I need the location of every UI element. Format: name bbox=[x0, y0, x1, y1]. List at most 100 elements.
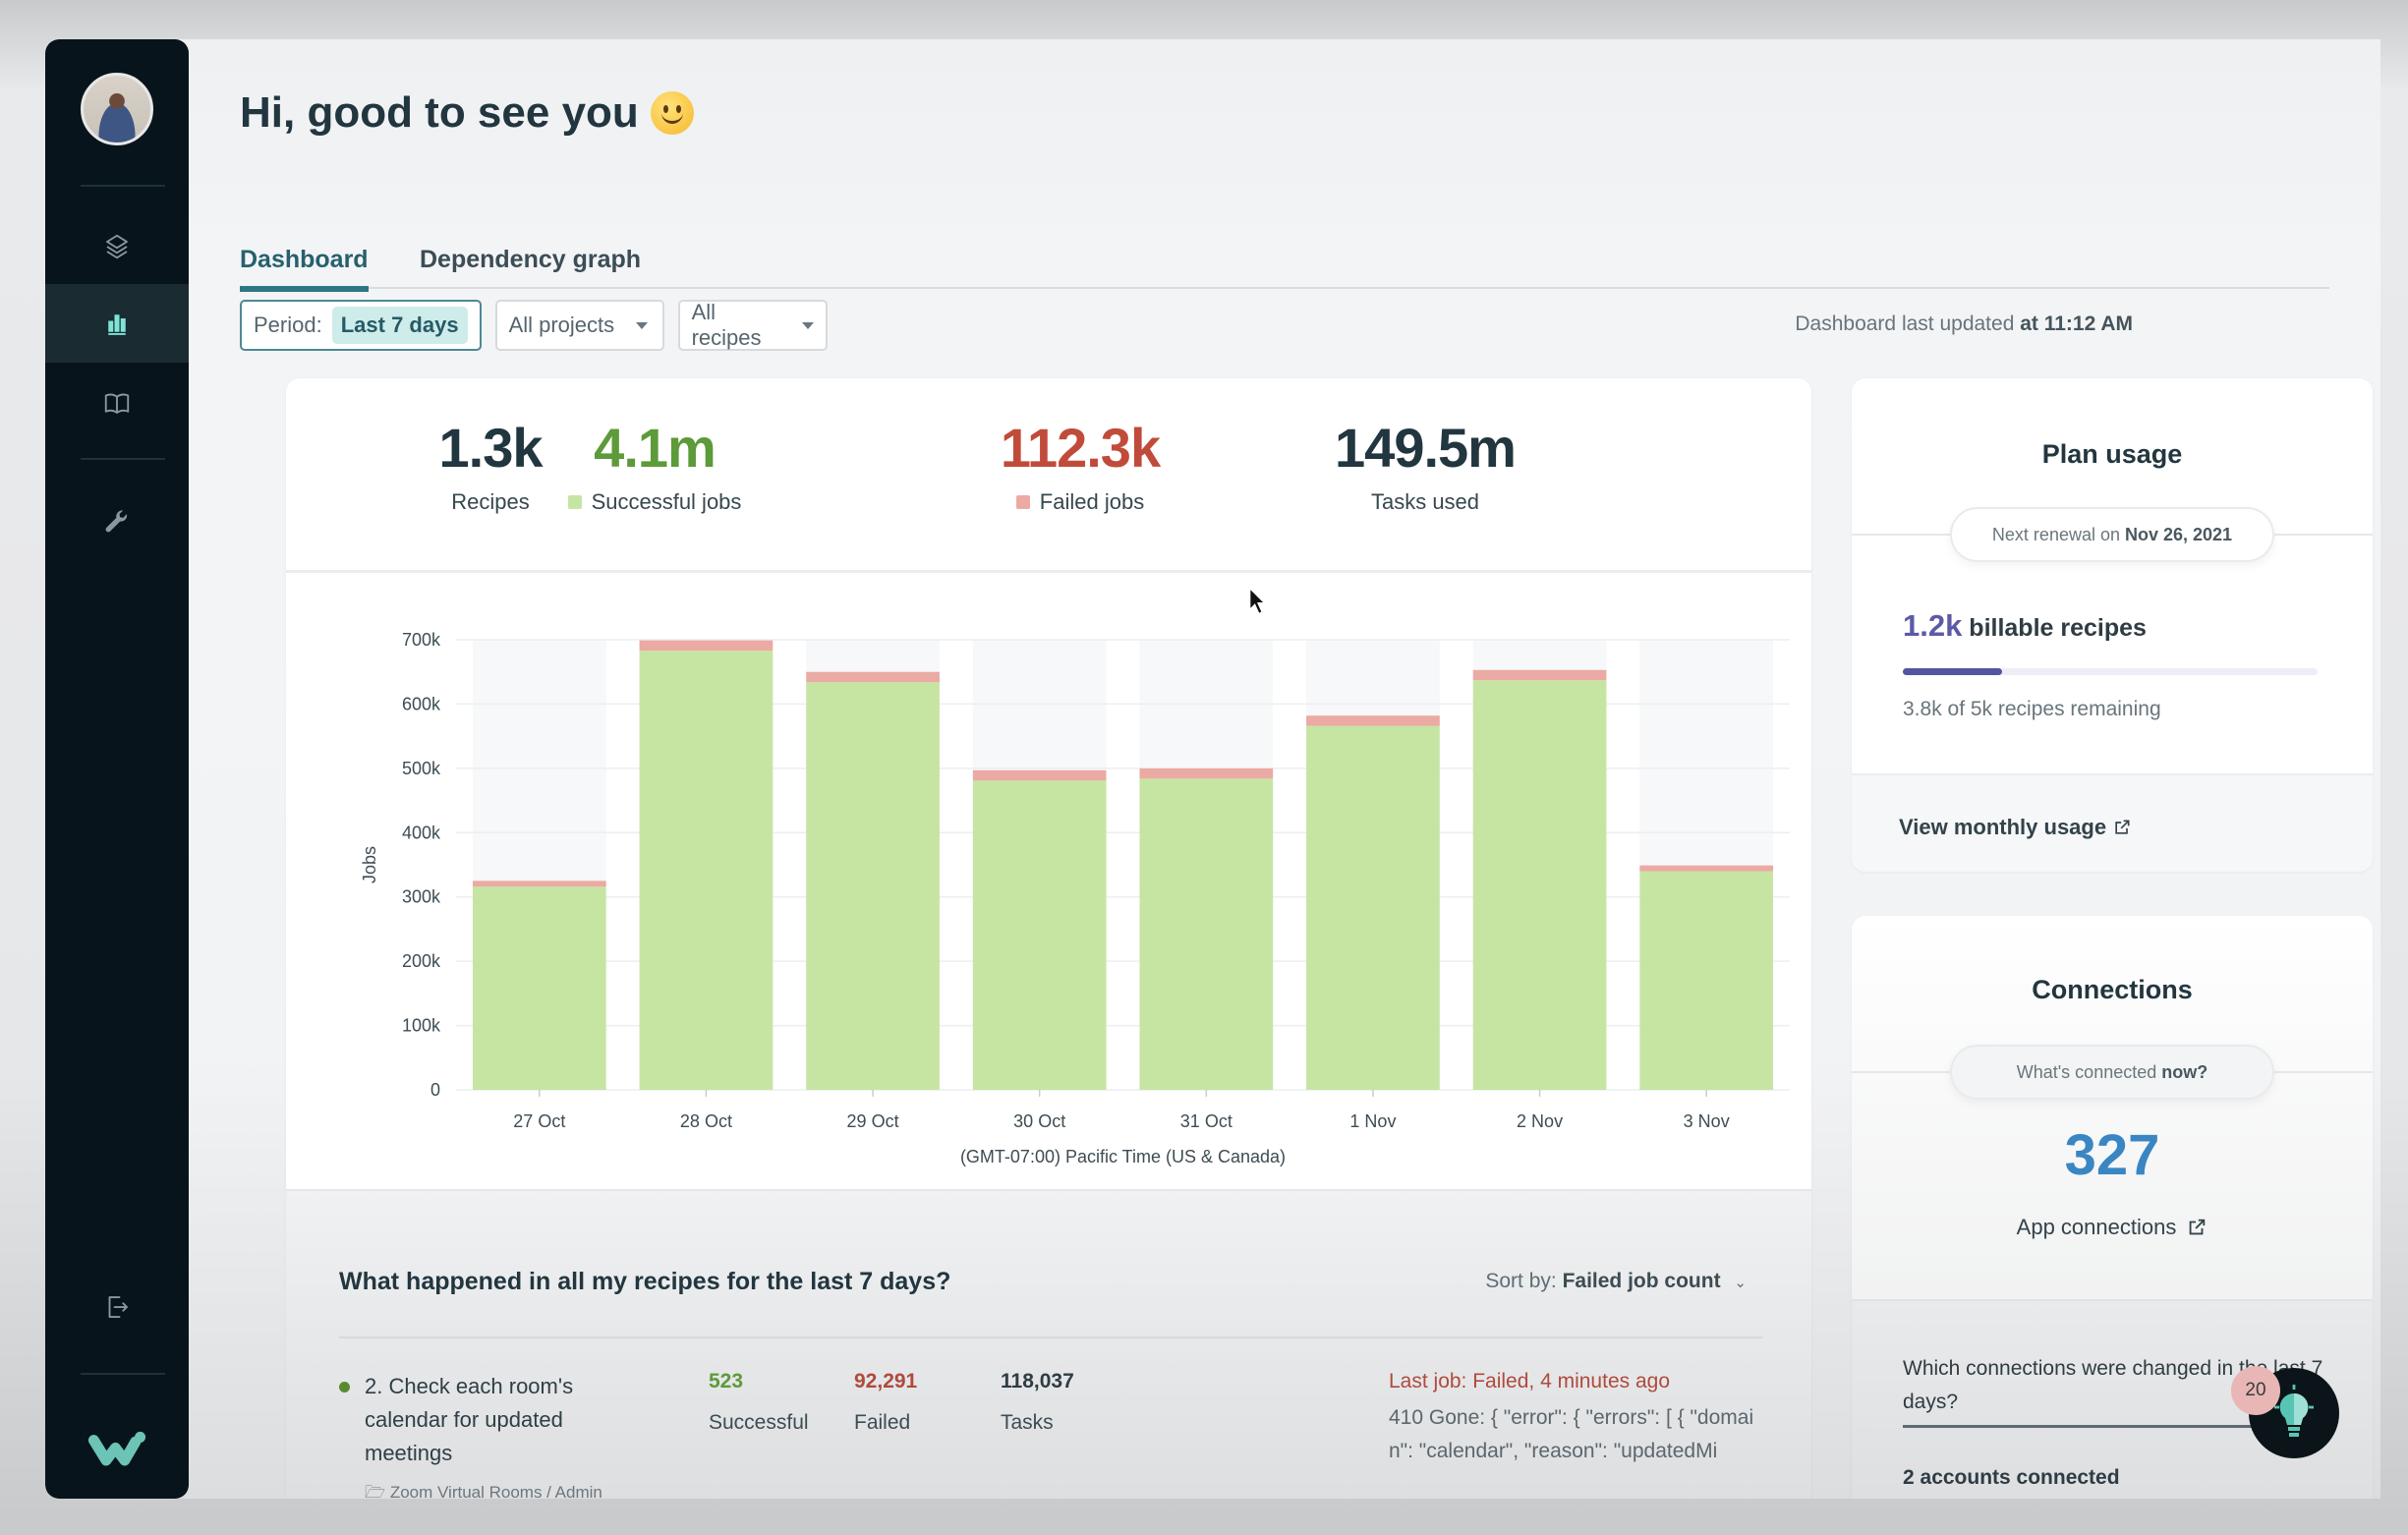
bar-failed-jobs bbox=[1472, 669, 1607, 681]
external-link-icon bbox=[2115, 820, 2130, 834]
caret-down-icon bbox=[801, 321, 814, 329]
bar-failed-jobs bbox=[472, 881, 606, 887]
sidebar-item-projects[interactable] bbox=[45, 207, 189, 286]
bar-successful-jobs bbox=[1639, 871, 1774, 1090]
projects-dropdown-value: All projects bbox=[508, 313, 615, 337]
sidebar-divider bbox=[81, 1373, 165, 1375]
bar-successful-jobs bbox=[806, 682, 940, 1090]
last-job: Last job: Failed, 4 minutes ago 410 Gone… bbox=[1389, 1370, 1762, 1468]
stat-value: 112.3k bbox=[1000, 417, 1161, 479]
status-dot bbox=[339, 1382, 350, 1393]
greeting-text: Hi, good to see you bbox=[240, 88, 639, 137]
recipes-dropdown-value: All recipes bbox=[691, 300, 762, 350]
recipes-summary: What happened in all my recipes for the … bbox=[286, 1189, 1811, 1499]
book-icon bbox=[104, 393, 130, 414]
recipes-section-title: What happened in all my recipes for the … bbox=[339, 1268, 951, 1295]
tab-bar: Dashboard Dependency graph bbox=[240, 206, 2329, 292]
section-divider bbox=[339, 1336, 1762, 1338]
stat-successful-jobs[interactable]: 4.1m Successful jobs bbox=[507, 416, 802, 515]
failed-count: 92,291 Failed bbox=[854, 1370, 917, 1435]
bar-successful-jobs bbox=[472, 886, 606, 1090]
last-updated-time: at 11:12 AM bbox=[2020, 313, 2133, 335]
bar-successful-jobs bbox=[1139, 778, 1274, 1090]
recipes-dropdown[interactable]: All recipes bbox=[677, 300, 828, 351]
jobs-card: 1.3k Recipes 4.1m Successful jobs 112.3k… bbox=[286, 378, 1811, 1499]
renewal-prefix: Next renewal on bbox=[1991, 524, 2120, 544]
bar-chart-icon bbox=[108, 314, 126, 335]
failed-swatch bbox=[1015, 495, 1030, 509]
y-axis-label: Jobs bbox=[360, 846, 379, 883]
x-tick-label: 30 Oct bbox=[1013, 1111, 1065, 1131]
renewal-pill: Next renewal on Nov 26, 2021 bbox=[1950, 507, 2274, 562]
stat-tasks-used[interactable]: 149.5m Tasks used bbox=[1278, 416, 1573, 515]
recipe-row[interactable]: 2. Check each room's calendar for update… bbox=[339, 1370, 1762, 1499]
plan-footer: View monthly usage bbox=[1852, 773, 2373, 872]
connected-now-pill[interactable]: What's connected now? bbox=[1950, 1045, 2274, 1100]
page-title: Hi, good to see you bbox=[240, 88, 694, 138]
recipe-name[interactable]: 2. Check each room's calendar for update… bbox=[365, 1370, 591, 1470]
mouse-cursor-icon bbox=[1249, 587, 1267, 615]
recipe-folder: 🗁 Zoom Virtual Rooms / Admin bbox=[365, 1480, 602, 1499]
last-updated-prefix: Dashboard last updated bbox=[1795, 313, 2015, 335]
sidebar-divider bbox=[81, 458, 165, 460]
x-tick-label: 2 Nov bbox=[1517, 1111, 1563, 1131]
notification-badge: 20 bbox=[2231, 1366, 2280, 1415]
successful-swatch bbox=[567, 495, 582, 509]
app-window: Hi, good to see you Dashboard Dependency… bbox=[45, 39, 2380, 1499]
app-connections-link[interactable]: App connections bbox=[1852, 1215, 2373, 1240]
tab-dependency-graph[interactable]: Dependency graph bbox=[420, 246, 641, 286]
connections-title: Connections bbox=[2032, 975, 2193, 1004]
workato-logo[interactable] bbox=[45, 1410, 189, 1489]
filter-bar: Period: Last 7 days All projects All rec… bbox=[240, 300, 828, 351]
jobs-chart: 0 100k 200k 300k 400k 500k 600k 700k Jobs 27 Oct 2… bbox=[286, 573, 1811, 1189]
chevron-down-icon: ⌄ bbox=[1734, 1275, 1747, 1291]
recipes-remaining: 3.8k of 5k recipes remaining bbox=[1903, 698, 2161, 720]
sort-dropdown[interactable]: Sort by: Failed job count ⌄ bbox=[1485, 1270, 1747, 1293]
sort-label: Sort by: bbox=[1485, 1270, 1557, 1292]
x-tick-label: 1 Nov bbox=[1349, 1111, 1396, 1131]
failed-label: Failed bbox=[854, 1411, 911, 1434]
bar-failed-jobs bbox=[1639, 865, 1774, 872]
stat-value: 149.5m bbox=[1335, 417, 1517, 479]
view-monthly-usage-link[interactable]: View monthly usage bbox=[1899, 815, 2132, 840]
layers-icon bbox=[106, 234, 128, 259]
pill-bold: now? bbox=[2161, 1061, 2208, 1082]
smiley-emoji-icon bbox=[650, 91, 694, 135]
jobs-bar-chart: 0 100k 200k 300k 400k 500k 600k 700k Jobs 27 Oct 2… bbox=[360, 630, 1790, 1166]
bar-failed-jobs bbox=[1306, 715, 1440, 726]
sort-value: Failed job count bbox=[1562, 1270, 1721, 1292]
bar-successful-jobs bbox=[972, 780, 1107, 1090]
tab-dashboard[interactable]: Dashboard bbox=[240, 246, 369, 292]
y-tick-label: 700k bbox=[402, 630, 441, 650]
billable-recipes: 1.2k billable recipes bbox=[1903, 608, 2147, 644]
y-tick-label: 500k bbox=[402, 759, 441, 778]
failed-value: 92,291 bbox=[854, 1370, 918, 1393]
sidebar-item-tools[interactable] bbox=[45, 482, 189, 560]
sidebar-item-docs[interactable] bbox=[45, 364, 189, 442]
external-link-icon bbox=[2189, 1219, 2206, 1235]
main-content: Hi, good to see you Dashboard Dependency… bbox=[240, 39, 2380, 1499]
period-filter[interactable]: Period: Last 7 days bbox=[240, 300, 482, 351]
logout-button[interactable] bbox=[45, 1268, 189, 1346]
x-tick-label: 29 Oct bbox=[847, 1111, 899, 1131]
last-job-status[interactable]: Last job: Failed, 4 minutes ago bbox=[1389, 1370, 1762, 1393]
app-connections-count: 327 bbox=[2064, 1123, 2160, 1187]
plan-usage-card: Plan usage Next renewal on Nov 26, 2021 … bbox=[1852, 378, 2373, 872]
y-tick-label: 200k bbox=[402, 951, 441, 971]
stat-label: Failed jobs bbox=[1039, 489, 1145, 514]
x-tick-label: 28 Oct bbox=[680, 1111, 732, 1131]
sidebar-item-dashboard[interactable] bbox=[45, 284, 189, 363]
period-value: Last 7 days bbox=[331, 307, 468, 344]
pill-prefix: What's connected bbox=[2016, 1061, 2157, 1082]
successful-value: 523 bbox=[709, 1370, 744, 1393]
y-tick-label: 400k bbox=[402, 823, 441, 842]
bar-failed-jobs bbox=[639, 640, 774, 652]
projects-dropdown[interactable]: All projects bbox=[494, 300, 664, 351]
stat-failed-jobs[interactable]: 112.3k Failed jobs bbox=[933, 416, 1228, 515]
stat-value: 4.1m bbox=[594, 417, 717, 479]
usage-progress-fill bbox=[1903, 668, 2003, 675]
tasks-count: 118,037 Tasks bbox=[1001, 1370, 1074, 1435]
plan-usage-title: Plan usage bbox=[2041, 439, 2183, 469]
avatar[interactable] bbox=[81, 73, 153, 145]
bar-failed-jobs bbox=[972, 769, 1107, 781]
